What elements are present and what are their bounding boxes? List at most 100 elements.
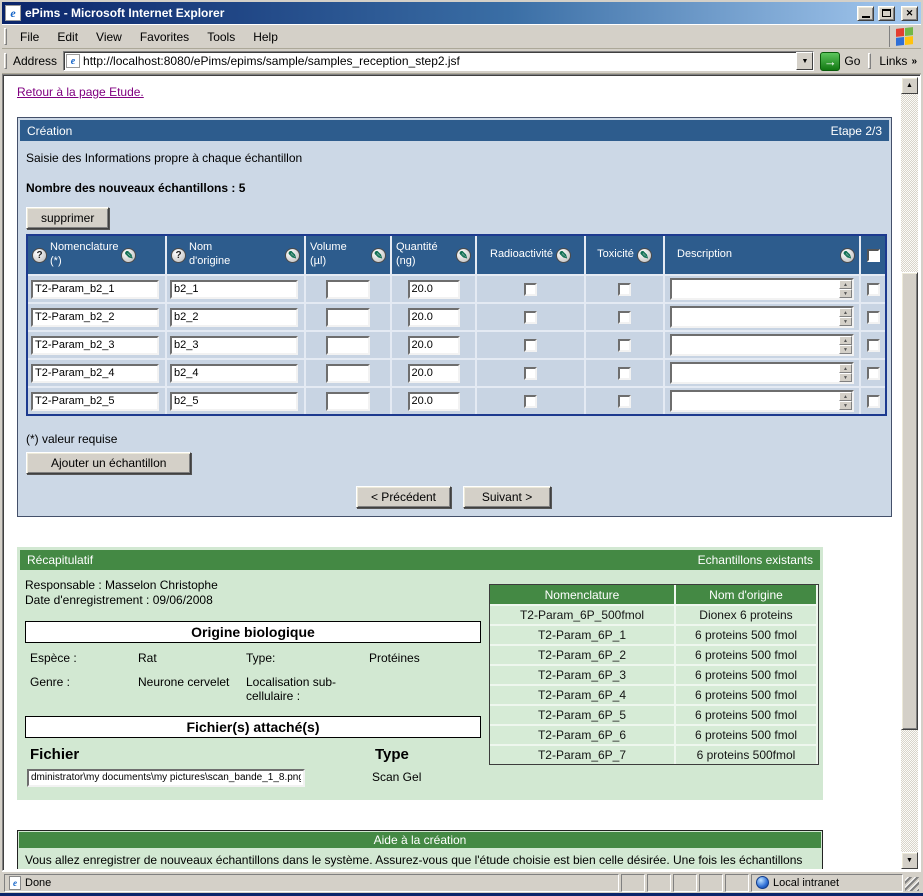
row-select-checkbox[interactable] <box>867 339 880 352</box>
scroll-down-icon[interactable]: ▼ <box>839 373 852 382</box>
bio-origin-title: Origine biologique <box>25 621 481 643</box>
table-cell: T2-Param_6P_4 <box>490 686 674 704</box>
description-textarea[interactable]: ▲▼ <box>670 278 854 300</box>
scroll-up-icon[interactable]: ▲ <box>901 77 918 94</box>
menu-favorites[interactable]: Favorites <box>131 28 198 46</box>
existing-samples-title: Echantillons existants <box>698 553 813 567</box>
scroll-up-icon[interactable]: ▲ <box>839 392 852 401</box>
supprimer-button[interactable]: supprimer <box>26 207 109 229</box>
toolbar-grip[interactable] <box>868 53 871 70</box>
radioactivite-checkbox[interactable] <box>524 367 537 380</box>
nomenclature-input[interactable] <box>31 336 159 355</box>
nomenclature-input[interactable] <box>31 364 159 383</box>
scroll-down-icon[interactable]: ▼ <box>901 852 918 869</box>
go-button[interactable]: → Go <box>820 52 860 71</box>
edit-column-icon[interactable]: ✎ <box>637 248 652 263</box>
minimize-button[interactable] <box>857 6 874 21</box>
edit-column-icon[interactable]: ✎ <box>285 248 300 263</box>
table-cell: T2-Param_6P_1 <box>490 626 674 644</box>
status-pane <box>673 874 697 892</box>
edit-column-icon[interactable]: ✎ <box>556 248 571 263</box>
volume-input[interactable] <box>326 392 370 411</box>
scroll-down-icon[interactable]: ▼ <box>839 289 852 298</box>
help-icon[interactable]: ? <box>171 248 186 263</box>
vertical-scrollbar[interactable]: ▲ ▼ <box>901 77 918 869</box>
volume-input[interactable] <box>326 336 370 355</box>
windows-logo-icon <box>889 26 919 47</box>
maximize-button[interactable] <box>878 6 895 21</box>
scroll-up-icon[interactable]: ▲ <box>839 280 852 289</box>
scroll-up-icon[interactable]: ▲ <box>839 336 852 345</box>
precedent-button[interactable]: < Précédent <box>356 486 451 508</box>
row-select-checkbox[interactable] <box>867 283 880 296</box>
nomenclature-input[interactable] <box>31 280 159 299</box>
volume-input[interactable] <box>326 280 370 299</box>
radioactivite-checkbox[interactable] <box>524 339 537 352</box>
status-pane <box>725 874 749 892</box>
toxicite-checkbox[interactable] <box>618 395 631 408</box>
row-select-checkbox[interactable] <box>867 311 880 324</box>
resize-grip[interactable] <box>905 877 919 891</box>
scroll-down-icon[interactable]: ▼ <box>839 345 852 354</box>
description-textarea[interactable]: ▲▼ <box>670 390 854 412</box>
volume-input[interactable] <box>326 364 370 383</box>
toxicite-checkbox[interactable] <box>618 283 631 296</box>
address-input[interactable] <box>80 54 796 68</box>
scroll-down-icon[interactable]: ▼ <box>839 401 852 410</box>
ajouter-echantillon-button[interactable]: Ajouter un échantillon <box>26 452 191 474</box>
radioactivite-checkbox[interactable] <box>524 283 537 296</box>
nom-origine-input[interactable] <box>170 364 298 383</box>
row-select-checkbox[interactable] <box>867 367 880 380</box>
toolbar-grip[interactable] <box>4 53 7 70</box>
file-path-input[interactable] <box>27 769 305 787</box>
menu-edit[interactable]: Edit <box>48 28 87 46</box>
nomenclature-input[interactable] <box>31 392 159 411</box>
quantite-input[interactable] <box>408 392 460 411</box>
links-toolbar[interactable]: Links » <box>875 54 917 68</box>
menu-view[interactable]: View <box>87 28 131 46</box>
nom-origine-input[interactable] <box>170 336 298 355</box>
recap-panel: Récapitulatif Echantillons existants Res… <box>17 547 823 800</box>
help-icon[interactable]: ? <box>32 248 47 263</box>
samples-table: ? Nomenclature(*) ✎ ? Nomd'origine ✎ Vol… <box>26 234 887 416</box>
menu-tools[interactable]: Tools <box>198 28 244 46</box>
toolbar-grip[interactable] <box>4 28 7 44</box>
quantite-input[interactable] <box>408 280 460 299</box>
table-cell: 6 proteins 500 fmol <box>676 666 816 684</box>
status-bar: e Done Local intranet <box>2 871 921 893</box>
radioactivite-checkbox[interactable] <box>524 395 537 408</box>
nom-origine-input[interactable] <box>170 392 298 411</box>
description-textarea[interactable]: ▲▼ <box>670 362 854 384</box>
quantite-input[interactable] <box>408 336 460 355</box>
address-dropdown-icon[interactable]: ▼ <box>796 52 813 70</box>
toxicite-checkbox[interactable] <box>618 311 631 324</box>
nom-origine-input[interactable] <box>170 308 298 327</box>
header-volume: Volume(µl) ✎ <box>306 236 390 274</box>
select-all-checkbox[interactable] <box>867 249 880 262</box>
edit-column-icon[interactable]: ✎ <box>456 248 471 263</box>
scrollbar-thumb[interactable] <box>901 272 918 730</box>
radioactivite-checkbox[interactable] <box>524 311 537 324</box>
nomenclature-input[interactable] <box>31 308 159 327</box>
description-textarea[interactable]: ▲▼ <box>670 306 854 328</box>
close-button[interactable]: ✕ <box>901 6 918 21</box>
toxicite-checkbox[interactable] <box>618 367 631 380</box>
quantite-input[interactable] <box>408 308 460 327</box>
menu-help[interactable]: Help <box>244 28 287 46</box>
edit-column-icon[interactable]: ✎ <box>840 248 855 263</box>
edit-column-icon[interactable]: ✎ <box>121 248 136 263</box>
localisation-label: Localisation sub-cellulaire : <box>246 675 361 703</box>
scroll-down-icon[interactable]: ▼ <box>839 317 852 326</box>
edit-column-icon[interactable]: ✎ <box>371 248 386 263</box>
toxicite-checkbox[interactable] <box>618 339 631 352</box>
row-select-checkbox[interactable] <box>867 395 880 408</box>
volume-input[interactable] <box>326 308 370 327</box>
scroll-up-icon[interactable]: ▲ <box>839 364 852 373</box>
nom-origine-input[interactable] <box>170 280 298 299</box>
menu-file[interactable]: File <box>11 28 48 46</box>
description-textarea[interactable]: ▲▼ <box>670 334 854 356</box>
suivant-button[interactable]: Suivant > <box>463 486 551 508</box>
scroll-up-icon[interactable]: ▲ <box>839 308 852 317</box>
back-to-etude-link[interactable]: Retour à la page Etude. <box>17 85 144 99</box>
quantite-input[interactable] <box>408 364 460 383</box>
